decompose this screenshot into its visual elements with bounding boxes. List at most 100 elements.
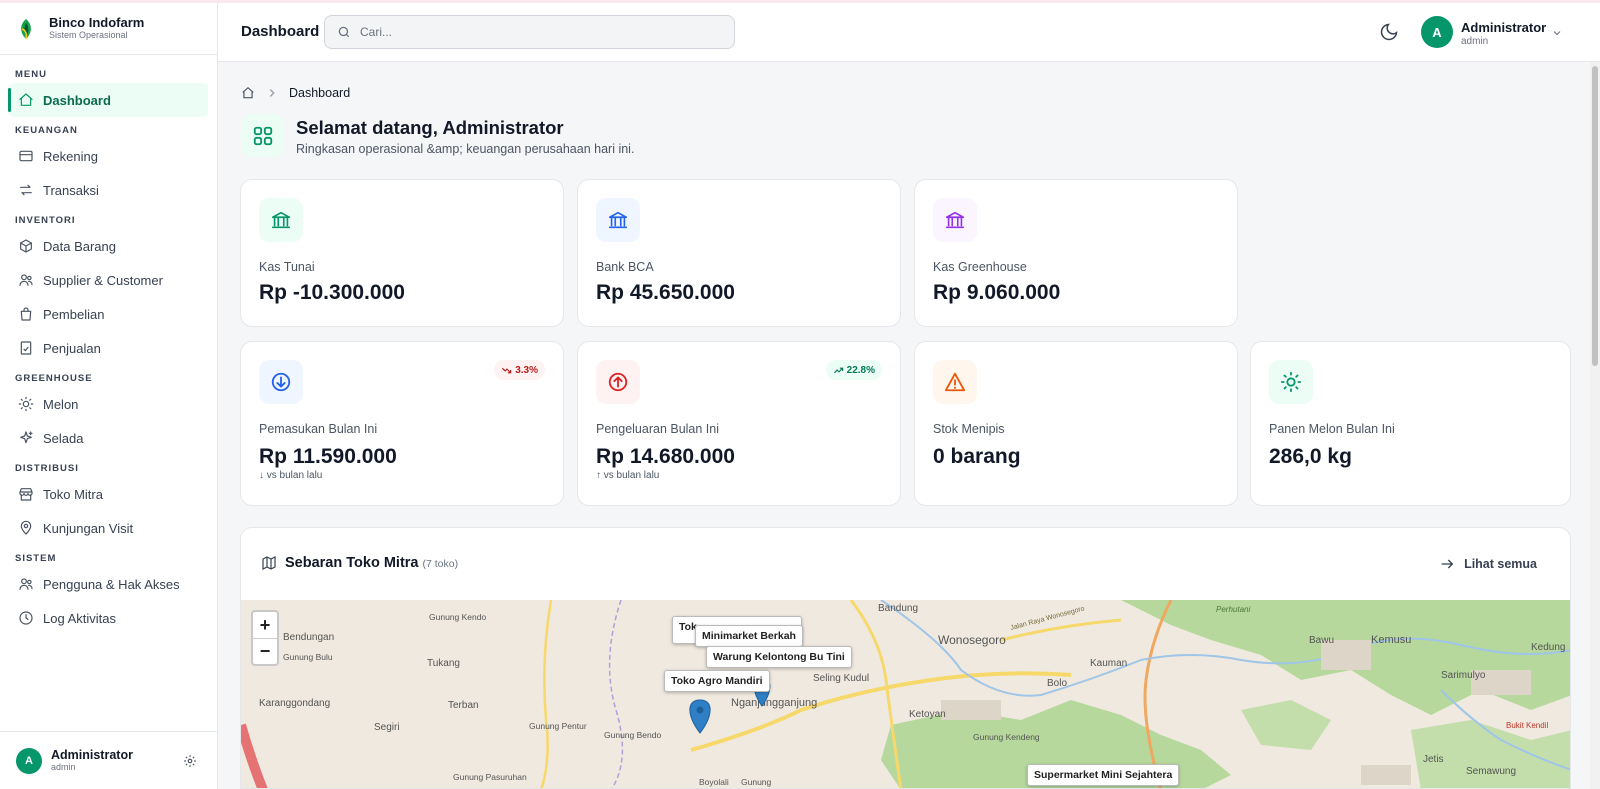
- map-label[interactable]: Warung Kelontong Bu Tini: [706, 646, 852, 668]
- sidebar-item-label: Selada: [43, 430, 84, 446]
- search-icon: [338, 26, 350, 38]
- map-place: Seling Kudul: [813, 673, 869, 684]
- account-card[interactable]: Bank BCA Rp 45.650.000: [577, 179, 901, 327]
- sidebar-item-label: Kunjungan Visit: [43, 520, 134, 536]
- alert-triangle-icon: [944, 372, 966, 392]
- store-icon: [19, 488, 33, 501]
- sidebar-user-role: admin: [51, 762, 76, 772]
- sidebar-item-label: Supplier & Customer: [43, 272, 163, 288]
- moon-icon[interactable]: [1379, 22, 1399, 42]
- sidebar-item-label: Transaksi: [43, 182, 99, 198]
- card-label: Pengeluaran Bulan Ini: [596, 422, 720, 436]
- transfer-icon: [20, 184, 32, 196]
- map-place: Bolo: [1047, 678, 1067, 689]
- stat-card[interactable]: Pengeluaran Bulan Ini Rp 14.680.000 ↑ vs b…: [577, 341, 901, 506]
- account-card[interactable]: Kas Tunai Rp -10.300.000: [240, 179, 564, 327]
- map-place: Tukang: [427, 658, 460, 669]
- sidebar-item-penjualan[interactable]: Penjualan: [8, 331, 208, 365]
- card-label: Bank BCA: [596, 260, 654, 274]
- card-label: Kas Greenhouse: [933, 260, 1027, 274]
- stat-card[interactable]: Stok Menipis 0 barang: [914, 341, 1238, 506]
- header-user-name[interactable]: Administrator: [1461, 20, 1546, 35]
- map-canvas[interactable]: Bendungan Gunung Kendo Gunung Bulu Tukan…: [241, 600, 1570, 788]
- map-place: Jetis: [1423, 754, 1444, 765]
- sidebar-item-selada[interactable]: Selada: [8, 421, 208, 455]
- stat-card[interactable]: Pemasukan Bulan Ini Rp 11.590.000 ↓ vs bul…: [240, 341, 564, 506]
- breadcrumb: Dashboard: [241, 86, 350, 100]
- sidebar-user[interactable]: A Administrator admin: [0, 731, 217, 789]
- map-place: Perhutani: [1216, 605, 1250, 614]
- sidebar-section-title: INVENTORI: [15, 215, 76, 226]
- scrollbar-thumb[interactable]: [1592, 66, 1598, 366]
- card-icon-box: [596, 360, 640, 404]
- card-note: ↓ vs bulan lalu: [259, 470, 323, 481]
- trend-badge: 22.8%: [825, 360, 882, 380]
- trend-badge-value: 3.3%: [515, 364, 538, 376]
- sidebar-section-title: MENU: [15, 69, 47, 80]
- brand[interactable]: Binco Indofarm Sistem Operasional: [0, 3, 217, 55]
- card-icon-box: [933, 360, 977, 404]
- zoom-out-button[interactable]: −: [253, 638, 277, 664]
- gear-icon[interactable]: [183, 754, 197, 768]
- map-icon: [262, 556, 276, 570]
- sidebar-item-melon[interactable]: Melon: [8, 387, 208, 421]
- map-label[interactable]: Minimarket Berkah: [695, 625, 803, 647]
- map-place: Sarimulyo: [1441, 670, 1486, 681]
- sun-icon: [1280, 371, 1302, 393]
- sidebar-item-dashboard[interactable]: Dashboard: [8, 83, 208, 117]
- header-avatar[interactable]: A: [1421, 16, 1453, 48]
- search-box[interactable]: [324, 15, 735, 49]
- card-label: Stok Menipis: [933, 422, 1005, 436]
- map-place: Semawung: [1466, 766, 1516, 777]
- card-value: Rp 9.060.000: [933, 281, 1061, 304]
- stat-card[interactable]: Panen Melon Bulan Ini 286,0 kg: [1250, 341, 1571, 506]
- sidebar-item-supplier-customer[interactable]: Supplier & Customer: [8, 263, 208, 297]
- map-place: Terban: [448, 700, 479, 711]
- wallet-icon: [19, 150, 33, 162]
- card-icon-box: [596, 198, 640, 242]
- trend-badge: 3.3%: [494, 360, 545, 380]
- sidebar-item-rekening[interactable]: Rekening: [8, 139, 208, 173]
- map-place: Gunung Pentur: [529, 721, 587, 731]
- zoom-control: + −: [251, 610, 279, 666]
- card-value: Rp -10.300.000: [259, 281, 405, 304]
- chevron-down-icon[interactable]: [1551, 27, 1563, 39]
- sun-icon: [18, 396, 34, 412]
- sidebar-item-label: Data Barang: [43, 238, 116, 254]
- sidebar-item-label: Log Aktivitas: [43, 610, 116, 626]
- see-all-label: Lihat semua: [1464, 557, 1537, 571]
- account-card[interactable]: Kas Greenhouse Rp 9.060.000: [914, 179, 1238, 327]
- map-place: Bandung: [878, 603, 918, 614]
- map-place: Gunung Pasuruhan: [453, 772, 527, 782]
- map-place: Segiri: [374, 722, 400, 733]
- map-pin-icon: [20, 520, 32, 535]
- box-icon: [20, 239, 32, 253]
- sidebar-item-data-barang[interactable]: Data Barang: [8, 229, 208, 263]
- home-icon[interactable]: [241, 86, 255, 100]
- zoom-in-button[interactable]: +: [253, 612, 277, 638]
- card-icon-box: [933, 198, 977, 242]
- sidebar-item-transaksi[interactable]: Transaksi: [8, 173, 208, 207]
- map-place: Bendungan: [283, 632, 334, 643]
- bank-icon: [608, 211, 628, 229]
- welcome-subtitle: Ringkasan operasional &amp; keuangan per…: [296, 142, 635, 156]
- sidebar-item-kunjungan-visit[interactable]: Kunjungan Visit: [8, 511, 208, 545]
- sidebar-nav: MENU Dashboard KEUANGAN Rekening Transaksi IN…: [0, 55, 217, 635]
- see-all-link[interactable]: Lihat semua: [1439, 556, 1537, 572]
- page-title: Dashboard: [241, 23, 320, 40]
- sidebar-item-toko-mitra[interactable]: Toko Mitra: [8, 477, 208, 511]
- map-place: Karanggondang: [259, 698, 330, 709]
- map-label[interactable]: Toko Agro Mandiri: [664, 670, 770, 692]
- map-place: Nganjungganjung: [731, 697, 817, 709]
- sidebar-item-pembelian[interactable]: Pembelian: [8, 297, 208, 331]
- card-label: Pemasukan Bulan Ini: [259, 422, 378, 436]
- map-label[interactable]: Supermarket Mini Sejahtera: [1027, 764, 1180, 786]
- welcome-title: Selamat datang, Administrator: [296, 117, 564, 138]
- header-user-role: admin: [1461, 36, 1489, 47]
- sidebar-item-pengguna-hak-akses[interactable]: Pengguna & Hak Akses: [8, 567, 208, 601]
- map-place: Kedung: [1531, 642, 1565, 653]
- search-input[interactable]: [360, 25, 700, 39]
- sidebar-item-log-aktivitas[interactable]: Log Aktivitas: [8, 601, 208, 635]
- map-place: Gunung: [741, 777, 772, 787]
- sidebar: Binco Indofarm Sistem Operasional MENU Da…: [0, 3, 218, 789]
